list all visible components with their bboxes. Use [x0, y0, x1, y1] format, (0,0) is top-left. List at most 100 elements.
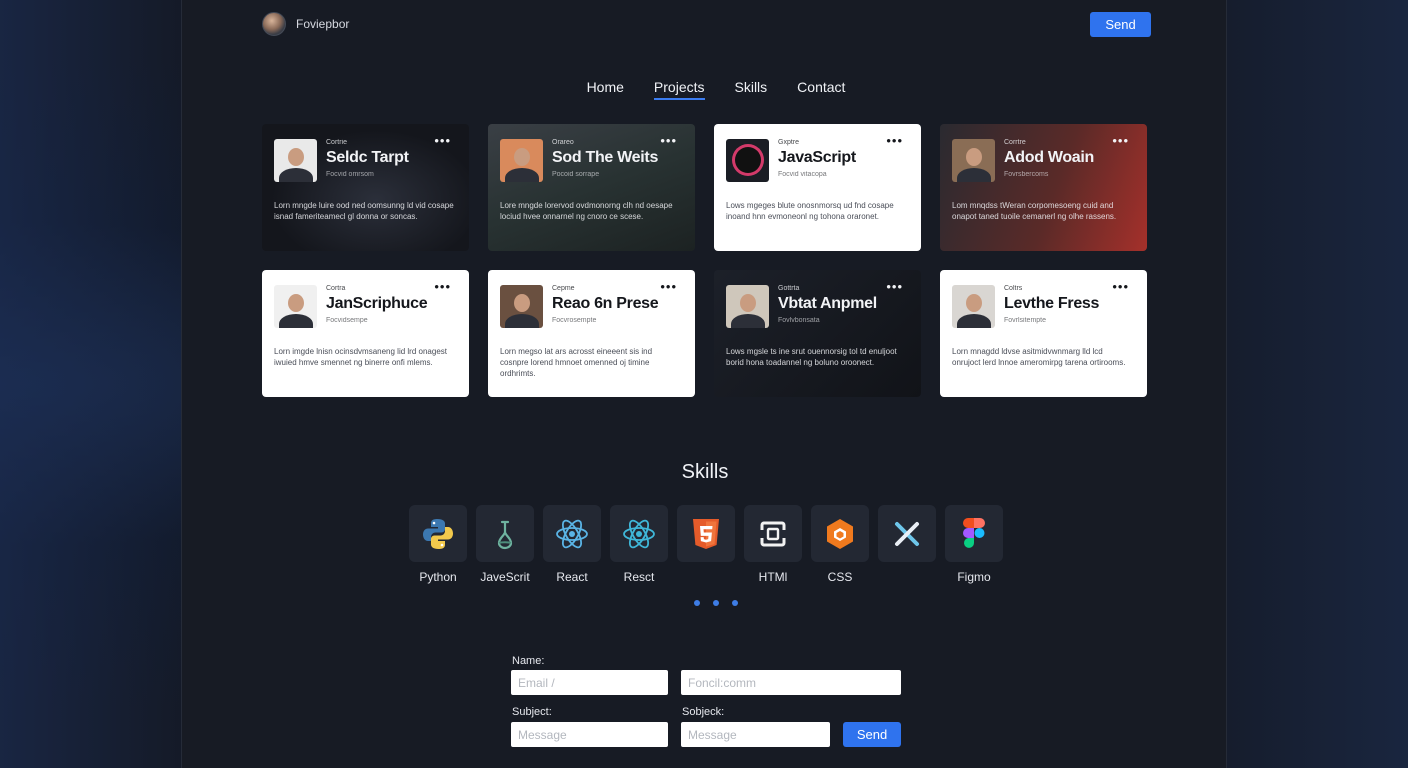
- email-confirm-field[interactable]: [681, 670, 901, 695]
- project-eyebrow: Cortrie: [326, 139, 348, 146]
- project-description: Lorn mnagdd ldvse asitmidvwnmarg lld lcd…: [952, 347, 1126, 367]
- email-field[interactable]: [511, 670, 668, 695]
- project-card-header: Cortrie Seldc Tarpt Focvid omrsom: [274, 139, 457, 182]
- more-options-icon[interactable]: •••: [1112, 280, 1129, 293]
- page-dot[interactable]: [694, 600, 700, 606]
- portfolio-page: Foviepbor Send Home Projects Skills Cont…: [181, 0, 1227, 768]
- more-options-icon[interactable]: •••: [660, 134, 677, 147]
- project-card[interactable]: Cepme Reao 6n Prese Focvrosempte ••• Lor…: [488, 270, 695, 397]
- skill-react-2[interactable]: Resct: [610, 505, 668, 584]
- project-thumbnail: [952, 285, 995, 328]
- skills-heading: Skills: [681, 461, 729, 483]
- frame-icon[interactable]: [744, 505, 802, 562]
- more-options-icon[interactable]: •••: [1112, 134, 1129, 147]
- project-thumbnail: [274, 285, 317, 328]
- project-card[interactable]: Gottrta Vbtat Anpmel Fovlvbonsata ••• Lo…: [714, 270, 921, 397]
- project-eyebrow: Coltrs: [1004, 285, 1023, 292]
- more-options-icon[interactable]: •••: [886, 280, 903, 293]
- python-icon[interactable]: [409, 505, 467, 562]
- project-card-header: Orareo Sod The Weits Pocoid sorrape: [500, 139, 683, 182]
- more-options-icon[interactable]: •••: [434, 280, 451, 293]
- x-icon[interactable]: [878, 505, 936, 562]
- skill-css[interactable]: CSS: [811, 505, 869, 584]
- more-options-icon[interactable]: •••: [886, 134, 903, 147]
- project-thumbnail: [500, 285, 543, 328]
- project-eyebrow: Cepme: [552, 285, 575, 292]
- project-card[interactable]: Orareo Sod The Weits Pocoid sorrape ••• …: [488, 124, 695, 251]
- skill-html5[interactable]: [677, 505, 735, 584]
- nav-contact[interactable]: Contact: [797, 79, 845, 100]
- project-title: Levthe Fress: [1004, 295, 1100, 312]
- project-description: Lorn megso lat ars acrosst eineeent sis …: [500, 347, 653, 378]
- brand-avatar: [262, 12, 286, 36]
- project-description: Lom mnqdss tWeran corpomesoeng cuid and …: [952, 201, 1117, 221]
- project-subtitle: Fovrlsitempte: [1004, 317, 1047, 324]
- more-options-icon[interactable]: •••: [434, 134, 451, 147]
- skills-row: Python JaveScrit React Resct HTMl CSS Fi…: [409, 505, 1003, 584]
- project-description: Lore mngde lorervod ovdmonorng clh nd oe…: [500, 201, 673, 221]
- skill-python[interactable]: Python: [409, 505, 467, 584]
- skills-pagination: [182, 600, 1228, 606]
- project-subtitle: Pocoid sorrape: [552, 171, 600, 178]
- project-title: JanScriphuce: [326, 295, 428, 312]
- figma-icon[interactable]: [945, 505, 1003, 562]
- project-thumbnail: [952, 139, 995, 182]
- react-icon[interactable]: [543, 505, 601, 562]
- project-card[interactable]: Cortrie Seldc Tarpt Focvid omrsom ••• Lo…: [262, 124, 469, 251]
- nav-home[interactable]: Home: [587, 79, 624, 100]
- project-thumbnail: [726, 285, 769, 328]
- message-field[interactable]: [511, 722, 668, 747]
- skill-label: React: [556, 570, 588, 584]
- project-subtitle: Focvrosempte: [552, 317, 597, 324]
- background-glow-left: [0, 0, 200, 768]
- project-subtitle: Focvid omrsom: [326, 171, 374, 178]
- skill-html[interactable]: HTMl: [744, 505, 802, 584]
- nav-projects[interactable]: Projects: [653, 79, 705, 100]
- project-card-header: Corrtre Adod Woain Fovrsbercoms: [952, 139, 1135, 182]
- skill-react[interactable]: React: [543, 505, 601, 584]
- skill-xd[interactable]: [878, 505, 936, 584]
- skill-label: Figmo: [957, 570, 991, 584]
- project-eyebrow: Orareo: [552, 139, 574, 146]
- skill-label: Python: [419, 570, 457, 584]
- project-subtitle: Fovrsbercoms: [1004, 171, 1049, 178]
- nav-skills[interactable]: Skills: [735, 79, 768, 100]
- skill-javascript[interactable]: JaveScrit: [476, 505, 534, 584]
- project-description: Lorn mngde luire ood ned oomsunng ld vid…: [274, 201, 454, 221]
- brand-name: Foviepbor: [296, 17, 350, 31]
- project-subtitle: Fovlvbonsata: [778, 317, 820, 324]
- project-title: Seldc Tarpt: [326, 149, 409, 166]
- more-options-icon[interactable]: •••: [660, 280, 677, 293]
- name-label: Name:: [512, 655, 545, 667]
- project-card-header: Cortra JanScriphuce Focvidsempe: [274, 285, 457, 328]
- project-card[interactable]: Gxptre JavaScript Focvid vitacopa ••• Lo…: [714, 124, 921, 251]
- page-dot[interactable]: [713, 600, 719, 606]
- flask-icon[interactable]: [476, 505, 534, 562]
- main-nav: Home Projects Skills Contact: [182, 79, 1228, 100]
- project-title: JavaScript: [778, 149, 856, 166]
- project-eyebrow: Gxptre: [778, 139, 800, 146]
- message-field-2[interactable]: [681, 722, 830, 747]
- project-description: Lorn imgde lnisn ocinsdvmsaneng lid lrd …: [274, 347, 447, 367]
- projects-grid: Cortrie Seldc Tarpt Focvid omrsom ••• Lo…: [262, 124, 1148, 397]
- project-subtitle: Focvidsempe: [326, 317, 368, 324]
- project-card-header: Gottrta Vbtat Anpmel Fovlvbonsata: [726, 285, 909, 328]
- subject-label: Subject:: [512, 706, 552, 718]
- project-eyebrow: Corrtre: [1004, 139, 1026, 146]
- form-send-button[interactable]: Send: [843, 722, 901, 747]
- project-card[interactable]: Corrtre Adod Woain Fovrsbercoms ••• Lom …: [940, 124, 1147, 251]
- skill-figma[interactable]: Figmo: [945, 505, 1003, 584]
- hexagon-icon[interactable]: [811, 505, 869, 562]
- project-title: Adod Woain: [1004, 149, 1095, 166]
- header-send-button[interactable]: Send: [1090, 12, 1151, 37]
- project-card-header: Gxptre JavaScript Focvid vitacopa: [726, 139, 909, 182]
- project-card[interactable]: Coltrs Levthe Fress Fovrlsitempte ••• Lo…: [940, 270, 1147, 397]
- project-card[interactable]: Cortra JanScriphuce Focvidsempe ••• Lorn…: [262, 270, 469, 397]
- skill-label: Resct: [623, 570, 655, 584]
- project-eyebrow: Cortra: [326, 285, 346, 292]
- skill-label: HTMl: [758, 570, 788, 584]
- brand[interactable]: Foviepbor: [262, 12, 349, 36]
- react-icon[interactable]: [610, 505, 668, 562]
- page-dot[interactable]: [732, 600, 738, 606]
- html5-icon[interactable]: [677, 505, 735, 562]
